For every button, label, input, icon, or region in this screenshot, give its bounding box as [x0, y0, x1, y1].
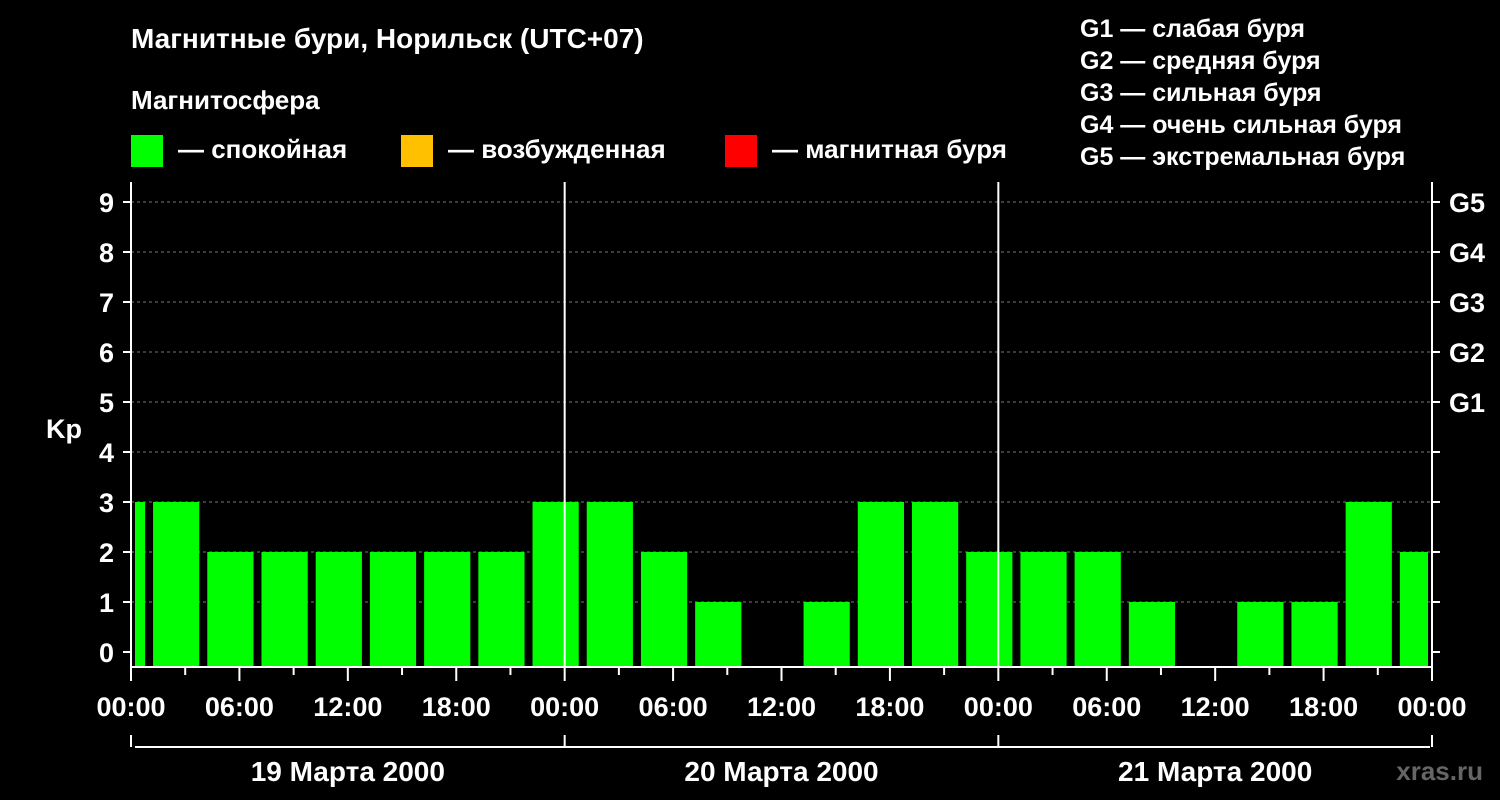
kp-bar	[640, 552, 688, 667]
chart-subtitle: Магнитосфера	[131, 85, 320, 115]
kp-bar	[1237, 602, 1284, 667]
kp-bar	[695, 602, 742, 667]
g-scale-g3: G3 — сильная буря	[1080, 79, 1322, 107]
y-tick-label: 8	[99, 238, 114, 268]
y-tick-label: 6	[99, 338, 114, 368]
y-tick-label: 2	[99, 538, 114, 568]
day-label: 20 Марта 2000	[684, 756, 878, 787]
kp-bar	[424, 552, 471, 667]
g-scale-g1: G1 — слабая буря	[1080, 15, 1305, 43]
legend: — спокойная — возбужденная — магнитная б…	[131, 134, 1007, 167]
y-tick-label: 9	[99, 188, 114, 218]
g-scale-legend: G1 — слабая буря G2 — средняя буря G3 — …	[1080, 15, 1405, 171]
y-tick-label: 0	[99, 638, 114, 668]
g-scale-g5: G5 — экстремальная буря	[1080, 143, 1405, 171]
x-tick-label: 00:00	[96, 692, 165, 722]
kp-chart: Магнитные бури, Норильск (UTC+07) Магнит…	[46, 15, 1485, 787]
kp-bar	[135, 502, 146, 667]
x-tick-label: 06:00	[205, 692, 274, 722]
kp-bar	[369, 552, 417, 667]
day-label: 21 Марта 2000	[1118, 756, 1312, 787]
x-tick-label: 18:00	[1289, 692, 1358, 722]
kp-bar	[1020, 552, 1067, 667]
kp-bar	[478, 552, 525, 667]
legend-label-active: — возбужденная	[448, 134, 666, 164]
x-tick-label: 12:00	[747, 692, 816, 722]
g-level-label: G4	[1449, 238, 1485, 268]
kp-bar	[803, 602, 850, 667]
kp-bar	[153, 502, 200, 667]
day-label: 19 Марта 2000	[251, 756, 445, 787]
g-scale-g4: G4 — очень сильная буря	[1080, 111, 1402, 139]
g-level-label: G2	[1449, 338, 1485, 368]
y-tick-label: 4	[99, 438, 114, 468]
kp-bar	[1074, 552, 1121, 667]
g-level-label: G3	[1449, 288, 1485, 318]
g-scale-g2: G2 — средняя буря	[1080, 47, 1321, 75]
g-level-label: G5	[1449, 188, 1485, 218]
legend-swatch-active	[401, 135, 433, 167]
kp-bar	[911, 502, 959, 667]
y-tick-label: 1	[99, 588, 114, 618]
kp-bar	[1345, 502, 1392, 667]
legend-label-storm: — магнитная буря	[772, 134, 1007, 164]
plot-area: 0 1 2 3 4 5 6 7 8 9 G1 G2 G3 G4 G5 00:00 06:00 12:00 18:00…	[96, 182, 1485, 787]
x-tick-label: 06:00	[1072, 692, 1141, 722]
chart-title: Магнитные бури, Норильск (UTC+07)	[131, 23, 644, 54]
kp-bar	[1399, 552, 1428, 667]
legend-swatch-quiet	[131, 135, 163, 167]
kp-bar	[1128, 602, 1176, 667]
x-tick-label: 18:00	[422, 692, 491, 722]
legend-label-quiet: — спокойная	[178, 134, 347, 164]
kp-bar	[1291, 602, 1338, 667]
kp-bar	[857, 502, 904, 667]
kp-bar	[315, 552, 362, 667]
kp-bar	[966, 552, 1013, 667]
y-tick-label: 7	[99, 288, 114, 318]
x-tick-label: 12:00	[313, 692, 382, 722]
y-axis-label: Kp	[46, 414, 82, 444]
x-tick-label: 00:00	[1397, 692, 1466, 722]
watermark: xras.ru	[1396, 756, 1483, 786]
y-tick-label: 3	[99, 488, 114, 518]
y-tick-label: 5	[99, 388, 114, 418]
x-tick-label: 06:00	[639, 692, 708, 722]
x-tick-label: 00:00	[964, 692, 1033, 722]
g-level-label: G1	[1449, 388, 1485, 418]
x-tick-label: 12:00	[1181, 692, 1250, 722]
kp-bar	[261, 552, 308, 667]
kp-bar	[207, 552, 254, 667]
kp-bar	[586, 502, 633, 667]
x-tick-label: 00:00	[530, 692, 599, 722]
x-tick-label: 18:00	[855, 692, 924, 722]
legend-swatch-storm	[725, 135, 757, 167]
kp-bar	[532, 502, 579, 667]
